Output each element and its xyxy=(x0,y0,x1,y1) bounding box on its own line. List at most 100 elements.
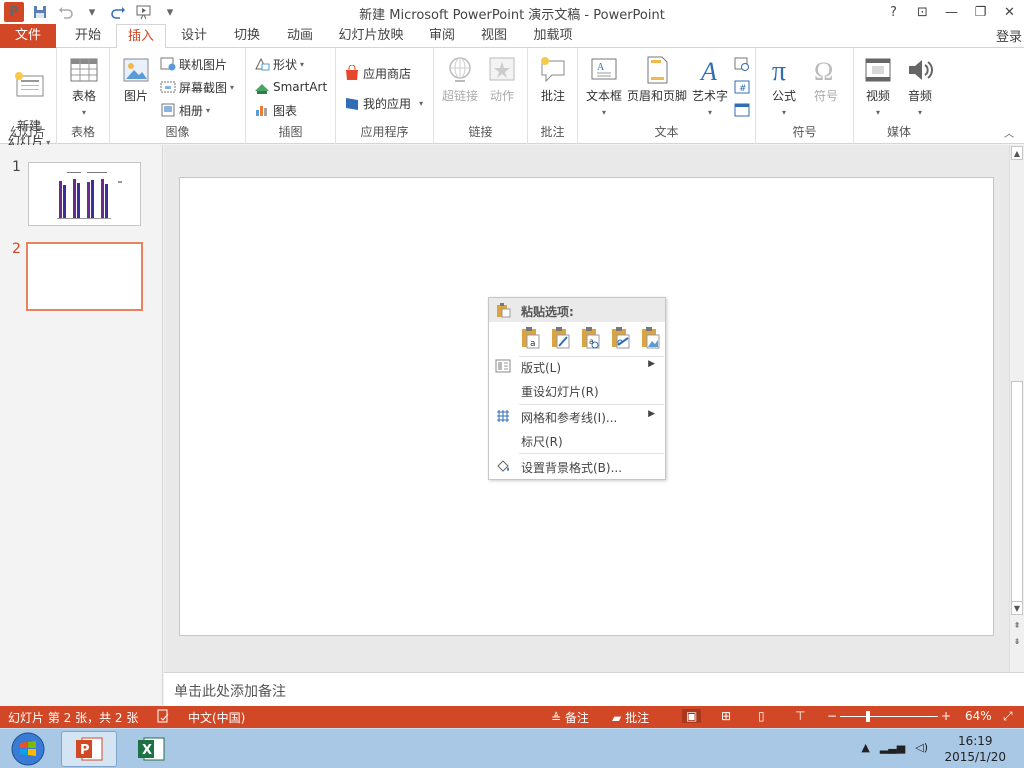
notes-toggle-button[interactable]: ≜ 备注 xyxy=(551,709,589,726)
equation-button[interactable]: π 公式 ▾ xyxy=(764,54,804,120)
scroll-up-icon[interactable]: ▲ xyxy=(1011,146,1023,160)
group-apps-label: 应用程序 xyxy=(360,125,409,139)
chart-button[interactable]: 图表 xyxy=(254,100,297,120)
textbox-button[interactable]: A 文本框 ▾ xyxy=(582,54,626,120)
undo-dropdown-icon[interactable]: ▾ xyxy=(82,2,102,22)
undo-icon[interactable] xyxy=(56,2,76,22)
minimize-button[interactable]: — xyxy=(937,0,966,24)
scrollbar-thumb[interactable] xyxy=(1011,381,1023,603)
action-button[interactable]: 动作 xyxy=(484,54,520,104)
zoom-out-button[interactable]: − xyxy=(827,709,837,723)
previous-slide-icon[interactable]: ⇞ xyxy=(1011,619,1023,633)
start-button[interactable] xyxy=(4,731,52,767)
comment-button[interactable]: 批注 xyxy=(535,54,571,104)
normal-view-icon[interactable]: ▣ xyxy=(682,709,702,723)
spell-check-icon[interactable] xyxy=(156,709,170,726)
table-icon xyxy=(68,54,100,86)
picture-button[interactable]: 图片 xyxy=(116,54,156,104)
tab-slideshow[interactable]: 幻灯片放映 xyxy=(330,24,412,48)
audio-button[interactable]: 音频 ▾ xyxy=(900,54,940,120)
menu-item-ruler[interactable]: 标尺(R) xyxy=(489,429,665,451)
slide-thumbnail-1[interactable] xyxy=(28,162,141,226)
slideshow-view-icon[interactable]: ⊤ xyxy=(795,709,805,723)
group-illustrations: 形状 ▾ SmartArt 图表 插图 xyxy=(246,48,336,144)
powerpoint-logo-icon[interactable]: P xyxy=(4,2,24,22)
tab-review[interactable]: 审阅 xyxy=(416,24,468,48)
paste-link-icon[interactable] xyxy=(609,325,633,351)
language-status[interactable]: 中文(中国) xyxy=(188,709,245,726)
tab-insert[interactable]: 插入 xyxy=(116,24,166,49)
volume-icon[interactable]: ◁) xyxy=(915,741,928,754)
system-clock[interactable]: 16:19 2015/1/20 xyxy=(944,733,1006,765)
submenu-arrow-icon: ▶ xyxy=(648,359,655,369)
next-slide-icon[interactable]: ⇟ xyxy=(1011,635,1023,649)
date-time-button[interactable] xyxy=(734,54,750,74)
header-footer-button[interactable]: 页眉和页脚 xyxy=(626,54,688,104)
paste-use-destination-theme-icon[interactable]: a xyxy=(519,325,543,351)
zoom-in-button[interactable]: + xyxy=(941,709,951,723)
online-picture-button[interactable]: 联机图片 xyxy=(160,54,227,74)
taskbar-excel[interactable]: X xyxy=(123,731,179,767)
taskbar-powerpoint[interactable]: P xyxy=(61,731,117,767)
paste-embed-icon[interactable]: a xyxy=(579,325,603,351)
tab-transitions[interactable]: 切换 xyxy=(222,24,272,48)
tab-file[interactable]: 文件 xyxy=(0,24,56,48)
start-slideshow-icon[interactable] xyxy=(134,2,154,22)
slide-count-status[interactable]: 幻灯片 第 2 张，共 2 张 xyxy=(8,709,138,726)
close-button[interactable]: ✕ xyxy=(995,0,1024,24)
scroll-down-icon[interactable]: ▼ xyxy=(1011,601,1023,615)
tab-addins[interactable]: 加载项 xyxy=(522,24,584,48)
save-icon[interactable] xyxy=(30,2,50,22)
slide-sorter-icon[interactable]: ⊞ xyxy=(721,709,731,723)
fit-to-window-icon[interactable]: ⤢ xyxy=(1003,709,1013,724)
object-button[interactable] xyxy=(734,100,750,120)
collapse-ribbon-icon[interactable]: ︿ xyxy=(1004,125,1014,140)
ribbon-tabs: 文件 开始 插入 设计 切换 动画 幻灯片放映 审阅 视图 加载项 登录 xyxy=(0,24,1024,49)
customize-qat-icon[interactable]: ▾ xyxy=(160,2,180,22)
shapes-button[interactable]: 形状 ▾ xyxy=(254,54,304,74)
tab-animations[interactable]: 动画 xyxy=(274,24,326,48)
zoom-level[interactable]: 64% xyxy=(965,709,992,723)
zoom-slider-track[interactable] xyxy=(840,716,938,717)
my-apps-button[interactable]: 我的应用 ▾ xyxy=(344,93,423,113)
sign-in-link[interactable]: 登录 xyxy=(996,26,1022,45)
reading-view-icon[interactable]: ▯ xyxy=(758,709,765,723)
comment-status-icon: ▰ xyxy=(612,711,622,725)
symbol-button[interactable]: Ω 符号 xyxy=(808,54,844,104)
wordart-button[interactable]: A 艺术字 ▾ xyxy=(690,54,730,120)
notes-pane[interactable]: 单击此处添加备注 xyxy=(164,672,1024,706)
menu-item-grid-guides[interactable]: 网格和参考线(I)... ▶ xyxy=(489,405,665,427)
video-button[interactable]: 视频 ▾ xyxy=(858,54,898,120)
hyperlink-button[interactable]: 超链接 xyxy=(440,54,480,104)
slide-number-button[interactable]: # xyxy=(734,77,750,97)
help-button[interactable]: ? xyxy=(879,0,908,24)
network-icon[interactable]: ▂▃▅ xyxy=(880,741,905,754)
ribbon-display-options-button[interactable]: ⊡ xyxy=(908,0,937,24)
photo-album-button[interactable]: 相册 ▾ xyxy=(160,100,210,120)
zoom-slider-thumb[interactable] xyxy=(866,711,870,722)
store-icon xyxy=(344,65,360,81)
restore-button[interactable]: ❐ xyxy=(966,0,995,24)
menu-item-format-background[interactable]: 设置背景格式(B)... xyxy=(489,455,665,477)
smartart-button[interactable]: SmartArt xyxy=(254,77,327,97)
office-store-button[interactable]: 应用商店 xyxy=(344,63,411,83)
table-button[interactable]: 表格 ▾ xyxy=(65,54,103,120)
tab-design[interactable]: 设计 xyxy=(168,24,220,48)
paste-picture-icon[interactable] xyxy=(639,325,663,351)
tab-view[interactable]: 视图 xyxy=(470,24,518,48)
my-apps-icon xyxy=(344,95,360,111)
tab-home[interactable]: 开始 xyxy=(62,24,114,48)
menu-item-layout[interactable]: 版式(L) ▶ xyxy=(489,355,665,377)
speaker-icon xyxy=(904,54,936,86)
svg-text:a: a xyxy=(589,337,594,346)
group-slides-label: 幻灯片 xyxy=(9,125,46,139)
screenshot-button[interactable]: 屏幕截图 ▾ xyxy=(160,77,234,97)
quick-access-toolbar: P ▾ ▾ xyxy=(4,2,180,22)
redo-icon[interactable] xyxy=(108,2,128,22)
menu-item-reset-slide[interactable]: 重设幻灯片(R) xyxy=(489,379,665,401)
comments-toggle-button[interactable]: ▰ 批注 xyxy=(612,709,649,726)
paste-keep-source-formatting-icon[interactable] xyxy=(549,325,573,351)
vertical-scrollbar[interactable]: ▲ ▼ ⇞ ⇟ xyxy=(1009,145,1024,672)
slide-thumbnail-2[interactable] xyxy=(26,242,143,311)
show-hidden-icons-icon[interactable]: ▲ xyxy=(861,741,869,754)
